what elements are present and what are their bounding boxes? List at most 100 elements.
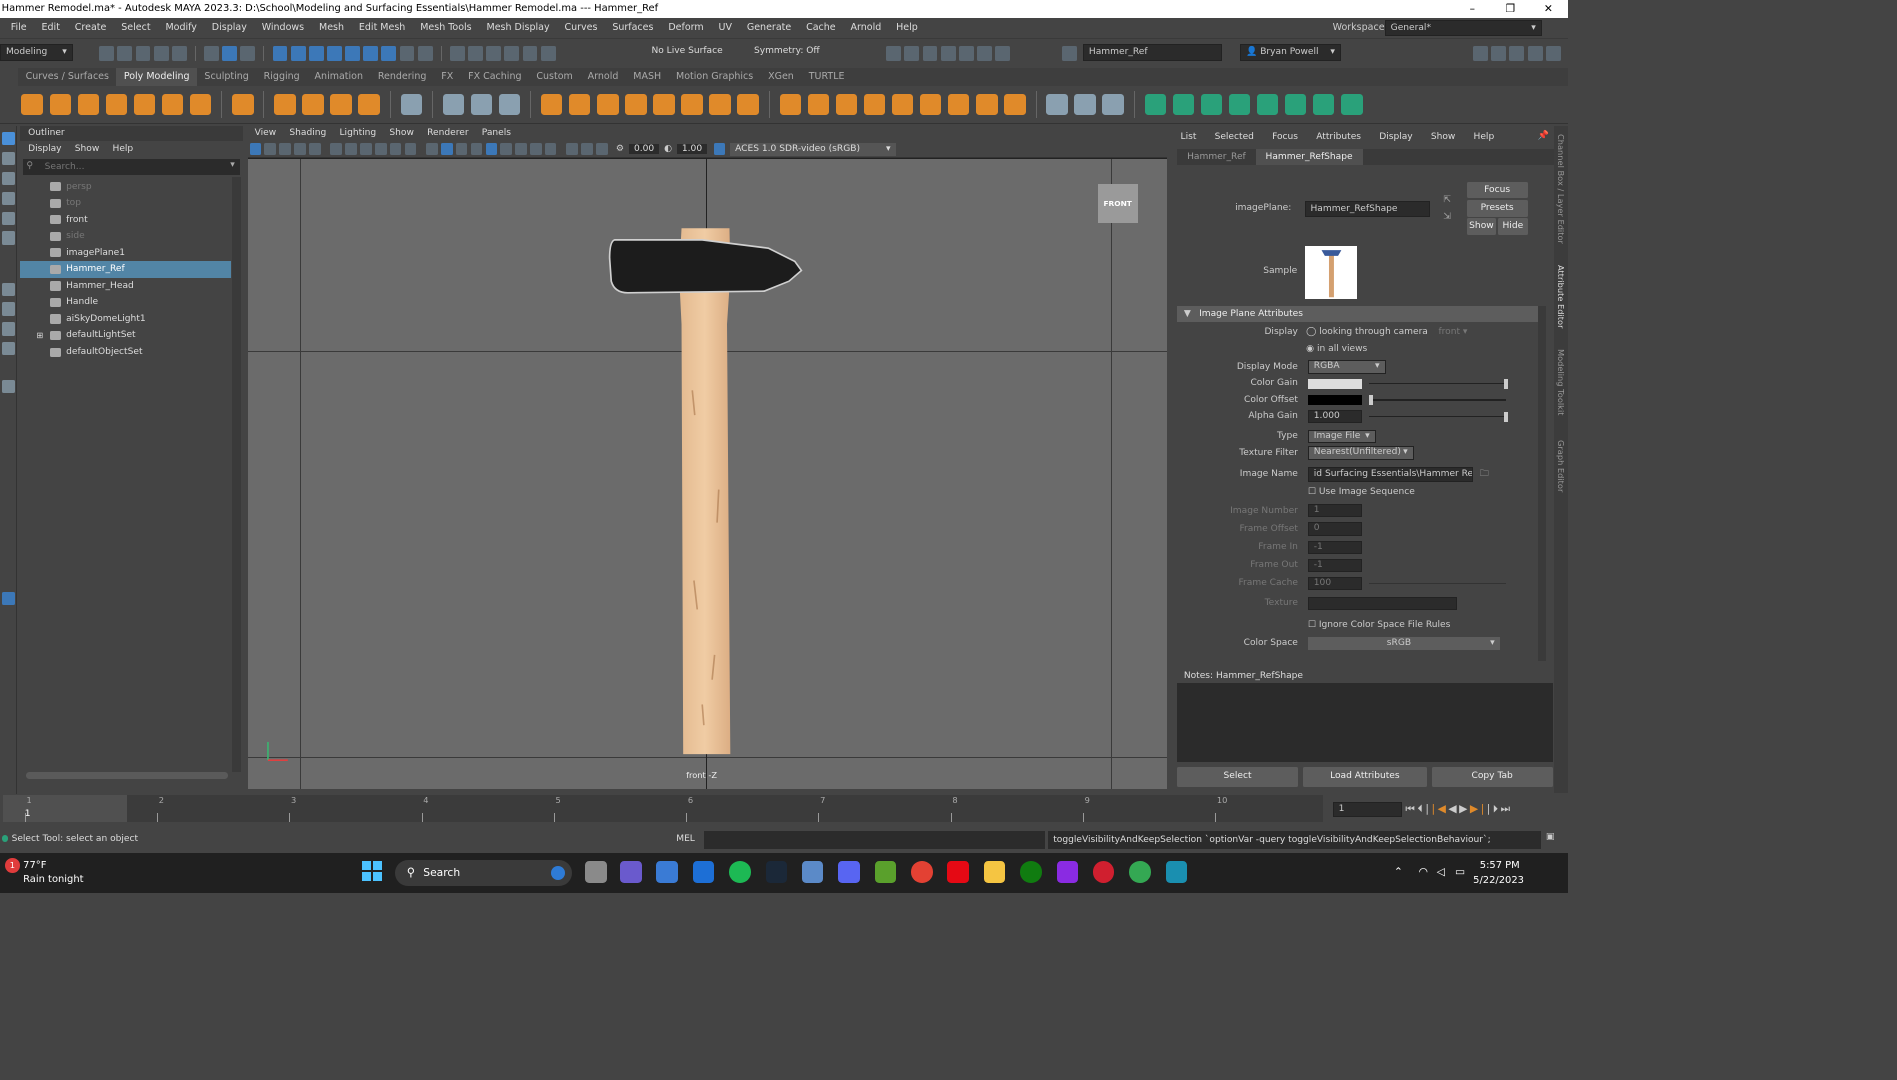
xbox-icon[interactable] [1020, 861, 1042, 883]
character-controls-icon[interactable] [1491, 45, 1507, 61]
minimize-button[interactable]: – [1453, 0, 1491, 18]
outliner-menu-display[interactable]: Display [28, 144, 61, 154]
menu-select[interactable]: Select [114, 18, 158, 38]
arnold-render-icon[interactable] [976, 45, 992, 61]
wedge-icon[interactable] [891, 93, 914, 116]
hypershade-icon[interactable] [940, 45, 956, 61]
widgets-icon[interactable] [656, 861, 678, 883]
mirror-icon[interactable] [737, 93, 759, 116]
chrome-icon[interactable] [911, 861, 933, 883]
shelf-tab-rendering[interactable]: Rendering [370, 68, 433, 86]
grid-icon[interactable] [330, 143, 343, 155]
weather-desc[interactable]: Rain tonight [23, 874, 83, 885]
outliner-menu-show[interactable]: Show [75, 144, 100, 154]
poly-plane-icon[interactable] [161, 93, 184, 116]
display-camera-dropdown[interactable]: front ▾ [1438, 324, 1467, 341]
color-offset-handle[interactable] [1369, 395, 1374, 406]
steam-icon[interactable] [765, 861, 787, 883]
workspace-dropdown[interactable]: General* ▾ [1384, 19, 1542, 37]
maya-icon[interactable] [1165, 861, 1188, 883]
input-connection-icon[interactable]: ⇱ [1443, 195, 1451, 205]
color-management-icon[interactable] [713, 143, 726, 155]
poke-icon[interactable] [919, 93, 942, 116]
menu-edit-mesh[interactable]: Edit Mesh [351, 18, 412, 38]
bridge-icon[interactable] [807, 93, 830, 116]
bookmark-icon[interactable] [279, 143, 291, 155]
film-gate-icon[interactable] [345, 143, 357, 155]
shelf-tab-fx-caching[interactable]: FX Caching [461, 68, 529, 86]
shelf-tab-fx[interactable]: FX [434, 68, 461, 86]
snap-surface-icon[interactable] [345, 45, 360, 61]
outliner-item[interactable]: ⊞ defaultLightSet [20, 327, 232, 344]
append-icon[interactable] [1004, 93, 1026, 116]
outliner-item[interactable]: front [20, 212, 232, 229]
menu-uv[interactable]: UV [711, 18, 739, 38]
name-field[interactable]: Hammer_Ref [1082, 43, 1222, 61]
viewport-menu-renderer[interactable]: Renderer [427, 128, 468, 138]
safe-action-icon[interactable] [404, 143, 417, 155]
auto-uv-icon[interactable] [1200, 93, 1223, 116]
symmetry-dropdown[interactable]: Symmetry: Off [754, 46, 820, 56]
display-mode-dropdown[interactable]: RGBA ▾ [1307, 360, 1386, 374]
outliner-search-input[interactable] [44, 160, 210, 174]
output-connection-icon[interactable]: ⇲ [1443, 212, 1451, 222]
xray-joints-icon[interactable] [596, 143, 608, 155]
select-button[interactable]: Select [1177, 767, 1298, 787]
bevel-icon[interactable] [835, 93, 858, 116]
magnet-icon[interactable] [417, 45, 433, 61]
type-dropdown[interactable]: Image File ▾ [1307, 429, 1376, 444]
pause-icon[interactable] [995, 45, 1011, 61]
play-forward-icon[interactable]: ▶ [1459, 802, 1470, 815]
weather-temp[interactable]: 77°F [23, 860, 46, 871]
gate-mask-icon[interactable] [375, 143, 387, 155]
step-back-icon[interactable]: |◀ [1431, 802, 1448, 815]
rotate-tool-icon[interactable] [1, 211, 15, 225]
menu-mesh[interactable]: Mesh [312, 18, 352, 38]
color-space-dropdown[interactable]: sRGB ▾ [1307, 636, 1500, 650]
poly-cone-icon[interactable] [105, 93, 128, 116]
wireframe-icon[interactable] [426, 143, 438, 155]
color-offset-slider[interactable] [1369, 399, 1507, 401]
image-plane-icon[interactable] [294, 143, 306, 155]
retopo-icon[interactable] [709, 93, 731, 116]
attr-menu-help[interactable]: Help [1474, 132, 1495, 142]
folder-icon[interactable]: 🗀 [1480, 466, 1489, 483]
select-tool-icon[interactable] [1, 132, 15, 146]
task-view-icon[interactable] [585, 861, 607, 883]
viewport-menu-lighting[interactable]: Lighting [339, 128, 376, 138]
load-attributes-button[interactable]: Load Attributes [1302, 767, 1427, 787]
close-button[interactable]: ✕ [1529, 0, 1567, 18]
alpha-gain-handle[interactable] [1503, 411, 1508, 422]
volume-icon[interactable]: ◁ [1437, 865, 1445, 878]
poly-cube-icon[interactable] [49, 93, 72, 116]
platonic-solid-icon[interactable] [232, 93, 254, 116]
reduce-icon[interactable] [653, 93, 675, 116]
cut-uv-icon[interactable] [1284, 93, 1307, 116]
channel-box-icon[interactable] [1545, 45, 1561, 61]
display-radio-camera[interactable]: ◯ looking through camera [1306, 324, 1428, 341]
new-scene-icon[interactable] [99, 45, 115, 61]
go-to-end-icon[interactable]: ⏭ [1501, 802, 1513, 816]
snap-help-icon[interactable] [381, 45, 397, 61]
camera-attr-icon[interactable] [264, 143, 277, 155]
time-slider[interactable]: 1 2 3 4 5 6 7 8 9 10 1 1 ⏮ ⏴| |◀ ◀ ▶ ▶| |⏵ ⏭ [0, 793, 1569, 826]
history-icon[interactable] [449, 45, 465, 61]
shelf-tab-mash[interactable]: MASH [626, 68, 669, 86]
ipr-render-icon[interactable] [904, 45, 920, 61]
menu-curves[interactable]: Curves [557, 18, 605, 38]
sew-uv-icon[interactable] [1313, 93, 1335, 116]
viewport-menu-show[interactable]: Show [389, 128, 414, 138]
chevron-down-icon[interactable]: ▾ [230, 160, 235, 170]
menu-surfaces[interactable]: Surfaces [605, 18, 661, 38]
smooth-icon[interactable] [597, 93, 619, 116]
outliner-item[interactable]: defaultObjectSet [20, 344, 232, 361]
show-button[interactable]: Show [1466, 218, 1497, 235]
image-plane-field[interactable]: Hammer_RefShape [1304, 200, 1431, 218]
construction-icon[interactable] [504, 45, 520, 61]
shelf-tab-poly-modeling[interactable]: Poly Modeling [116, 67, 197, 86]
poly-sphere-icon[interactable] [21, 93, 43, 116]
outliner-item[interactable]: top [20, 195, 232, 212]
move-tool-icon[interactable] [1, 191, 15, 205]
tool-settings-icon[interactable] [1527, 45, 1543, 61]
taskbar-search-box[interactable]: ⚲ Search [395, 859, 573, 887]
